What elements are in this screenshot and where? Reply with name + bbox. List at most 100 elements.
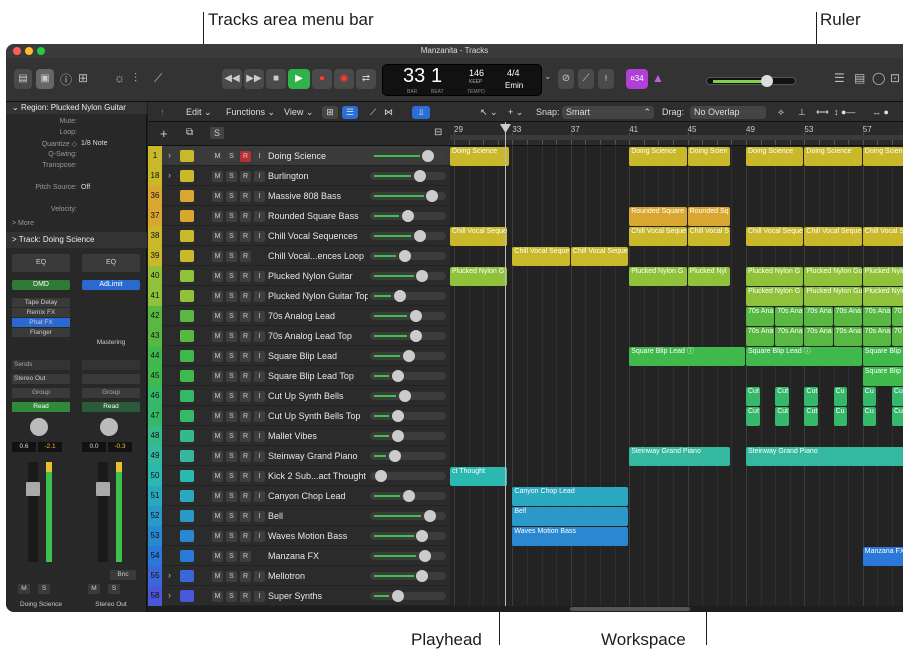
region[interactable]: Plucked Nylon G	[746, 287, 804, 306]
metronome-icon[interactable]: ▲	[652, 71, 664, 85]
region[interactable]: 70s Ana	[775, 327, 804, 346]
region[interactable]: Rounded Square	[629, 207, 687, 226]
insert-slot[interactable]: Tape Delay	[12, 298, 70, 307]
track-volume-slider[interactable]	[370, 470, 446, 482]
zoom-icon[interactable]	[37, 47, 45, 55]
close-icon[interactable]	[13, 47, 21, 55]
track-volume-knob[interactable]	[416, 530, 429, 542]
track-r-button[interactable]: R	[240, 231, 251, 242]
list-editors-icon[interactable]: ☰	[834, 71, 845, 85]
track-volume-knob[interactable]	[375, 470, 388, 482]
flex-icon[interactable]: ⋈	[384, 106, 393, 119]
region[interactable]: 70s Ana	[746, 307, 775, 326]
region[interactable]: 70s Ana	[804, 307, 833, 326]
track-volume-knob[interactable]	[394, 290, 407, 302]
track-volume-slider[interactable]	[370, 330, 446, 342]
pointer-tool-icon[interactable]: ↖ ⌄	[480, 106, 498, 119]
track-s-button[interactable]: S	[226, 371, 237, 382]
track-i-button[interactable]: I	[254, 451, 265, 462]
playhead[interactable]	[500, 122, 511, 606]
track-s-button[interactable]: S	[226, 151, 237, 162]
track-s-button[interactable]: S	[226, 291, 237, 302]
inspector-row[interactable]	[6, 173, 147, 183]
region[interactable]: Doing Scien	[687, 147, 731, 166]
track-m-button[interactable]: M	[212, 251, 223, 262]
horizontal-scrollbar[interactable]	[148, 606, 903, 612]
region[interactable]: 70s Ana	[746, 327, 775, 346]
track-volume-slider[interactable]	[370, 190, 446, 202]
track-s-button[interactable]: S	[226, 431, 237, 442]
eq-display[interactable]: EQ	[12, 254, 70, 272]
track-header[interactable]: 45 M S R I Square Blip Lead Top	[148, 366, 450, 386]
region[interactable]: Square Blip Lead ⓘ	[629, 347, 745, 366]
track-m-button[interactable]: M	[212, 411, 223, 422]
region[interactable]: Plucked Nylon Gu	[804, 267, 862, 286]
track-header[interactable]: 43 M S R I 70s Analog Lead Top	[148, 326, 450, 346]
track-volume-slider[interactable]	[370, 250, 446, 262]
track-i-button[interactable]: I	[254, 331, 265, 342]
track-volume-slider[interactable]	[370, 310, 446, 322]
region[interactable]: 70s Ana	[862, 327, 891, 346]
region[interactable]: Rounded Sq	[687, 207, 731, 226]
track-volume-slider[interactable]	[370, 530, 446, 542]
toolbar-toggle-icon[interactable]: ⊞	[78, 71, 88, 85]
track-m-button[interactable]: M	[212, 431, 223, 442]
track-r-button[interactable]: R	[240, 331, 251, 342]
region[interactable]: Chill Vocal S	[687, 227, 731, 246]
functions-menu[interactable]: Functions ⌄	[226, 106, 275, 119]
track-i-button[interactable]: I	[254, 511, 265, 522]
region[interactable]: Doing Science	[804, 147, 862, 166]
track-s-button[interactable]: S	[226, 571, 237, 582]
track-volume-slider[interactable]	[370, 430, 446, 442]
volume-fader[interactable]	[26, 462, 40, 562]
track-header[interactable]: 54 M S R Manzana FX	[148, 546, 450, 566]
track-m-button[interactable]: M	[212, 551, 223, 562]
region[interactable]: Cut	[775, 407, 789, 426]
track-volume-knob[interactable]	[413, 170, 426, 182]
region[interactable]: Doing Scien	[862, 147, 903, 166]
plugin-slot[interactable]: DMD	[12, 280, 70, 290]
output-slot[interactable]	[82, 374, 140, 384]
plugin-slot[interactable]: AdLimit	[82, 280, 140, 290]
region[interactable]: Cut	[804, 407, 818, 426]
track-s-button[interactable]: S	[226, 191, 237, 202]
track-header[interactable]: 37 M S R I Rounded Square Bass	[148, 206, 450, 226]
insert-slot[interactable]: Mastering	[82, 338, 140, 347]
track-volume-knob[interactable]	[392, 370, 405, 382]
region[interactable]: Manzana FX	[862, 547, 903, 566]
track-r-button[interactable]: R	[240, 551, 251, 562]
automation-icon[interactable]: ⟋	[370, 106, 376, 119]
track-r-button[interactable]: R	[240, 431, 251, 442]
track-r-button[interactable]: R	[240, 491, 251, 502]
eq-display[interactable]: EQ	[82, 254, 140, 272]
region[interactable]: Canyon Chop Lead	[512, 487, 629, 506]
region[interactable]: Doing Science	[450, 147, 509, 166]
track-header[interactable]: 18 › M S R I Burlington	[148, 166, 450, 186]
inspector-row[interactable]: Transpose:	[6, 162, 147, 172]
track-volume-slider[interactable]	[370, 490, 446, 502]
track-volume-knob[interactable]	[416, 270, 429, 282]
edit-menu[interactable]: Edit ⌄	[186, 106, 212, 119]
region-inspector-header[interactable]: ⌄ Region: Plucked Nylon Guitar	[6, 102, 147, 114]
region[interactable]: ct Thought	[450, 467, 508, 486]
region[interactable]: Doing Science	[746, 147, 804, 166]
track-i-button[interactable]: I	[254, 231, 265, 242]
track-header[interactable]: 48 M S R I Mallet Vibes	[148, 426, 450, 446]
region[interactable]: Chill Vocal Seque	[512, 247, 570, 266]
track-i-button[interactable]: I	[254, 191, 265, 202]
track-s-button[interactable]: S	[226, 211, 237, 222]
volume-fader[interactable]	[96, 462, 110, 562]
solo-button[interactable]: ⟊	[598, 69, 614, 89]
track-s-button[interactable]: S	[226, 251, 237, 262]
track-header[interactable]: 44 M S R I Square Blip Lead	[148, 346, 450, 366]
track-volume-knob[interactable]	[398, 250, 411, 262]
add-track-button[interactable]: +	[160, 126, 168, 141]
volume-fader-cap[interactable]	[96, 482, 110, 496]
track-header[interactable]: 38 M S R I Chill Vocal Sequences	[148, 226, 450, 246]
track-i-button[interactable]: I	[254, 371, 265, 382]
inspector-row[interactable]	[6, 195, 147, 205]
region[interactable]: Cut	[804, 387, 818, 406]
count-in-button[interactable]: ¤34	[626, 69, 648, 89]
track-r-button[interactable]: R	[240, 371, 251, 382]
region[interactable]: Plucked Nylon G	[629, 267, 687, 286]
